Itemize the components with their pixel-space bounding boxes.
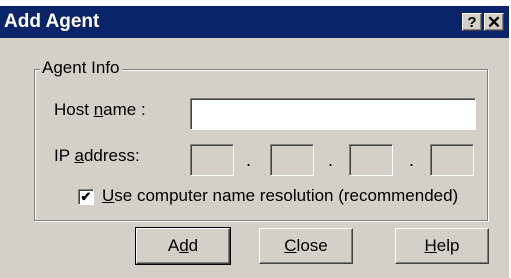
window-title: Add Agent xyxy=(4,11,100,32)
host-name-input[interactable] xyxy=(190,98,476,130)
ip-octet-2-field[interactable] xyxy=(270,144,314,176)
ip-dot-separator: . xyxy=(409,150,415,170)
name-resolution-label[interactable]: Use computer name resolution (recommende… xyxy=(102,186,458,206)
agent-info-label: Agent Info xyxy=(40,58,122,78)
ip-dot-separator: . xyxy=(328,150,334,170)
ip-octet-3-field[interactable] xyxy=(349,144,393,176)
ip-octet-1-field[interactable] xyxy=(190,144,234,176)
help-button[interactable]: Help xyxy=(395,228,489,264)
add-agent-dialog: Add Agent ? ✕ Agent Info Host name : IP … xyxy=(0,6,509,278)
title-bar[interactable]: Add Agent ? ✕ xyxy=(0,6,509,38)
help-icon[interactable]: ? xyxy=(462,13,482,31)
close-icon[interactable]: ✕ xyxy=(484,13,504,32)
ip-dot-separator: . xyxy=(246,150,252,170)
checkmark-icon: ✔ xyxy=(80,189,92,204)
ip-address-label: IP address: xyxy=(54,146,140,165)
host-name-label: Host name : xyxy=(54,100,146,119)
ip-octet-4-field[interactable] xyxy=(430,144,474,176)
name-resolution-checkbox[interactable]: ✔ xyxy=(78,189,94,205)
add-button[interactable]: Add xyxy=(135,227,231,265)
close-button[interactable]: Close xyxy=(259,228,353,264)
